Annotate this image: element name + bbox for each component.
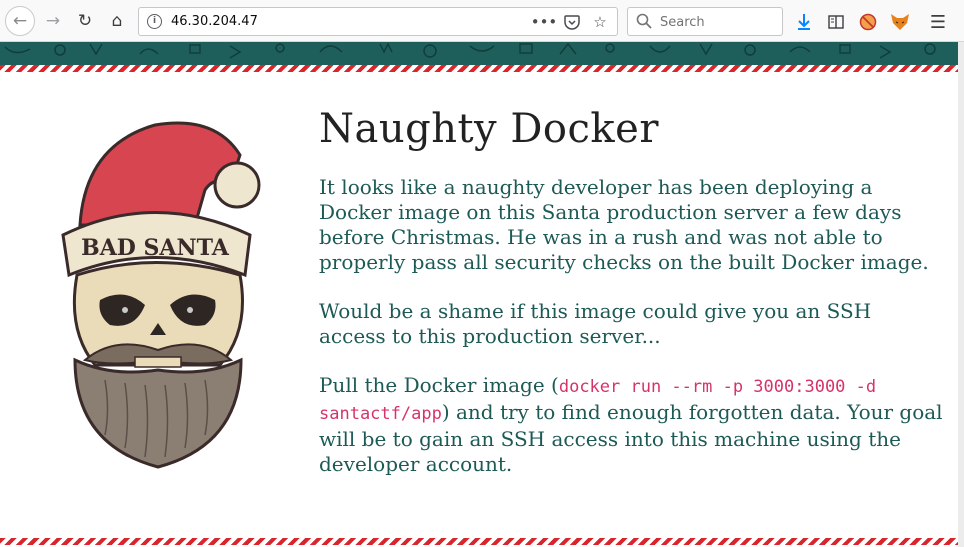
blocked-extension-icon[interactable] (854, 8, 882, 36)
home-icon[interactable]: ⌂ (102, 6, 132, 36)
browser-toolbar: ← → ↻ ⌂ i 46.30.204.47 ••• ☆ Search ☰ (0, 0, 964, 42)
url-bar[interactable]: i 46.30.204.47 ••• ☆ (138, 7, 618, 36)
info-icon[interactable]: i (147, 14, 162, 29)
search-icon (636, 13, 654, 31)
ssh-paragraph: Would be a shame if this image could giv… (319, 299, 872, 348)
fox-extension-icon[interactable] (886, 8, 914, 36)
main-content: Naughty Docker It looks like a naughty d… (319, 105, 944, 501)
svg-text:BAD SANTA: BAD SANTA (81, 235, 230, 261)
page-header-band (0, 42, 958, 66)
search-bar[interactable]: Search (627, 7, 783, 36)
bad-santa-logo: BAD SANTA (55, 115, 265, 475)
download-icon[interactable] (790, 8, 818, 36)
reload-icon[interactable]: ↻ (70, 6, 100, 36)
url-actions: ••• ☆ (531, 11, 611, 33)
instructions-text-before: Pull the Docker image ( (319, 373, 559, 397)
back-icon[interactable]: ← (5, 6, 35, 36)
star-icon[interactable]: ☆ (589, 11, 611, 33)
forward-icon[interactable]: → (38, 6, 68, 36)
url-text[interactable]: 46.30.204.47 (171, 13, 258, 31)
reader-view-icon[interactable] (822, 8, 850, 36)
pocket-icon[interactable] (561, 11, 583, 33)
instructions-paragraph: Pull the Docker image (docker run --rm -… (319, 373, 944, 477)
page-title: Naughty Docker (319, 106, 659, 152)
more-icon[interactable]: ••• (531, 11, 558, 33)
intro-paragraph: It looks like a naughty developer has be… (319, 175, 929, 274)
toolbar-icons (790, 8, 914, 36)
candy-stripe-top (0, 65, 958, 72)
candy-stripe-bottom (0, 538, 958, 545)
search-placeholder: Search (660, 15, 705, 30)
doodle-pattern (4, 42, 936, 59)
scrollbar[interactable] (958, 42, 964, 547)
menu-icon[interactable]: ☰ (924, 8, 952, 36)
